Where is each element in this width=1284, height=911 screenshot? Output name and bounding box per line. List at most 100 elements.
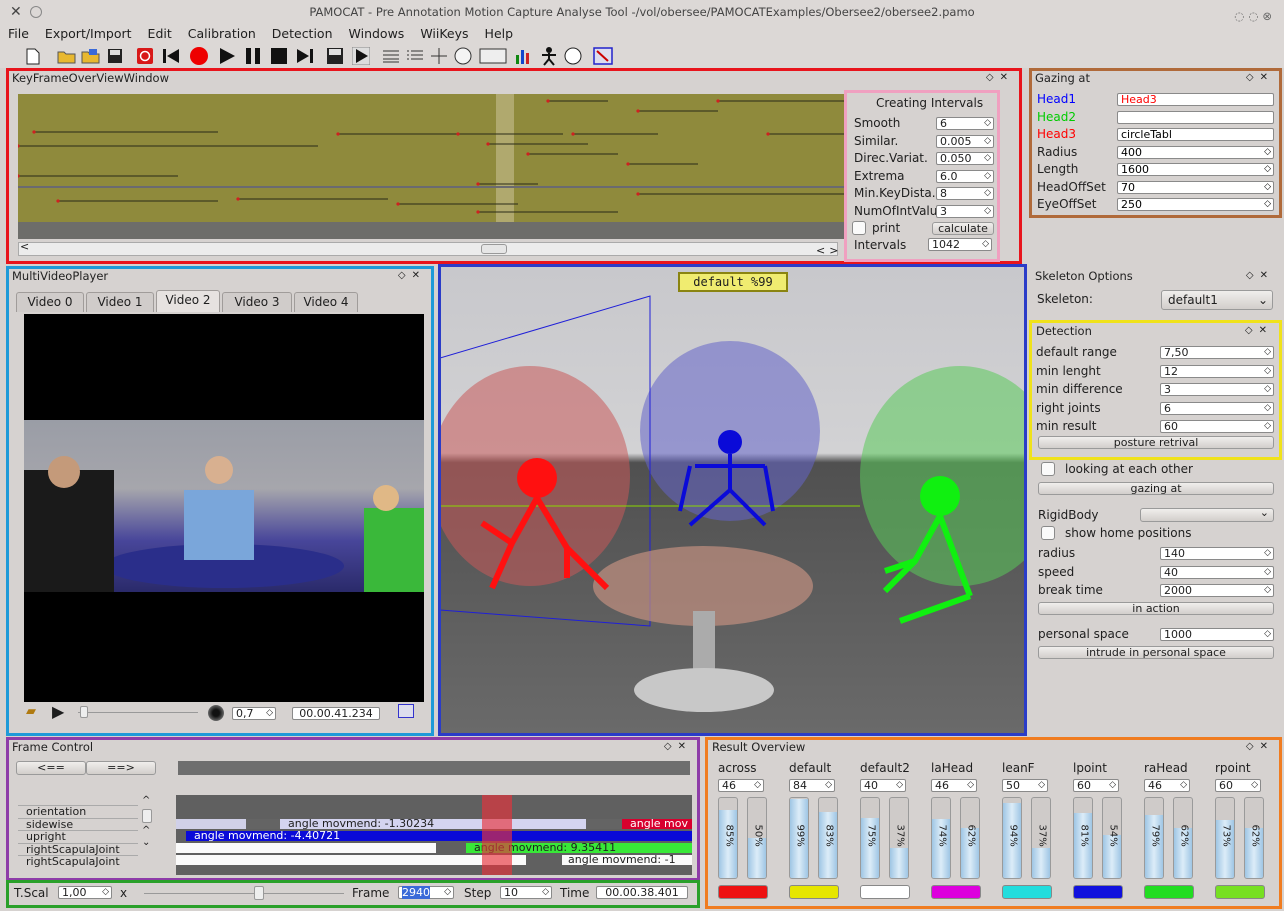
spin-arrows-icon[interactable]: ◇ (1264, 548, 1271, 559)
stop-icon[interactable] (268, 46, 290, 66)
posture-retrival-button[interactable]: posture retrival (1038, 436, 1274, 449)
pause-icon[interactable] (242, 46, 264, 66)
interval-field-spin[interactable]: 0.005 ◇ (936, 134, 994, 148)
spin-arrows-icon[interactable]: ◇ (984, 188, 991, 199)
result-col-spin[interactable]: 46 ◇ (718, 779, 764, 792)
intervals-count-spin[interactable]: 1042 ◇ (928, 238, 992, 251)
result-col-spin[interactable]: 60 ◇ (1073, 779, 1119, 792)
scroll-up-icon[interactable]: ^ (142, 825, 150, 836)
menu-wiikeys[interactable]: WiiKeys (412, 24, 476, 44)
result-col-spin[interactable]: 84 ◇ (789, 779, 835, 792)
interval-field-spin[interactable]: 6 ◇ (936, 117, 994, 130)
save-session-icon[interactable] (324, 46, 346, 66)
menu-calibration[interactable]: Calibration (180, 24, 264, 44)
show-home-positions-checkbox[interactable] (1041, 526, 1055, 540)
menu-edit[interactable]: Edit (140, 24, 180, 44)
smiley-icon[interactable] (562, 46, 584, 66)
spin-arrows-icon[interactable]: ◇ (1264, 147, 1271, 158)
menu-circle-icon[interactable] (30, 6, 42, 18)
result-color-swatch[interactable] (860, 885, 910, 899)
keyframe-scroll-thumb[interactable] (481, 244, 507, 254)
menu-detection[interactable]: Detection (264, 24, 341, 44)
chevron-down-icon[interactable]: ⌄ (1258, 291, 1268, 309)
spin-arrows-icon[interactable]: ◇ (984, 153, 991, 164)
track-bar-7[interactable]: angle movmend: -1 (562, 855, 692, 865)
track-bar-4[interactable] (176, 843, 436, 853)
resize-icon[interactable] (592, 46, 614, 66)
record-icon[interactable] (188, 46, 210, 66)
dock-controls[interactable]: ◇✕ (1246, 70, 1274, 86)
gazing-at-button[interactable]: gazing at (1038, 482, 1274, 495)
chevron-down-icon[interactable]: ⌄ (1260, 507, 1269, 518)
video-play-icon[interactable]: ▶ (52, 702, 64, 721)
playback-speed-spin[interactable]: 0,7 ◇ (232, 707, 276, 720)
frame-row-scroll-thumb[interactable] (142, 809, 152, 823)
result-color-swatch[interactable] (1002, 885, 1052, 899)
personal-space-spin[interactable]: 1000 ◇ (1160, 628, 1274, 641)
result-color-swatch[interactable] (1144, 885, 1194, 899)
video-tab-1[interactable]: Video 1 (86, 292, 154, 312)
spin-arrows-icon[interactable]: ◇ (984, 206, 991, 217)
interval-field-spin[interactable]: 0.050 ◇ (936, 152, 994, 165)
dock-controls[interactable]: ◇✕ (1246, 739, 1274, 755)
open-folder-icon[interactable] (56, 46, 78, 66)
frame-back-button[interactable]: <== (16, 761, 86, 775)
spin-arrows-icon[interactable]: ◇ (982, 239, 989, 250)
spin-arrows-icon[interactable]: ◇ (1264, 629, 1271, 640)
menu-file[interactable]: File (0, 24, 37, 44)
detection-field-spin[interactable]: 3 ◇ (1160, 383, 1274, 396)
gazing-row-spin[interactable]: 1600 ◇ (1117, 163, 1274, 176)
result-color-swatch[interactable] (789, 885, 839, 899)
spin-arrows-icon[interactable]: ◇ (1264, 199, 1271, 210)
spin-arrows-icon[interactable]: ◇ (1264, 421, 1271, 432)
detection-field-spin[interactable]: 12 ◇ (1160, 364, 1274, 378)
gazing-row-spin[interactable]: 400 ◇ (1117, 145, 1274, 159)
result-color-swatch[interactable] (1073, 885, 1123, 899)
detection-field-spin[interactable]: 6 ◇ (1160, 401, 1274, 415)
result-color-swatch[interactable] (718, 885, 768, 899)
volume-knob-icon[interactable] (208, 705, 224, 721)
track-bar-1[interactable]: angle movmend: -1.30234 (280, 819, 586, 829)
open-project-icon[interactable] (80, 46, 102, 66)
skeleton-icon[interactable] (538, 46, 560, 66)
spin-arrows-icon[interactable]: ◇ (1264, 585, 1271, 596)
frame-cursor[interactable] (482, 795, 512, 875)
bar-chart-icon[interactable] (512, 46, 534, 66)
frame-forward-button[interactable]: ==> (86, 761, 156, 775)
video-fullscreen-icon[interactable] (398, 704, 414, 718)
dock-controls[interactable]: ◇✕ (664, 739, 692, 755)
dock-controls[interactable]: ◇✕ (986, 70, 1014, 86)
video-tab-4[interactable]: Video 4 (294, 292, 358, 312)
dock-controls[interactable]: ◇✕ (398, 268, 426, 284)
spin-arrows-icon[interactable]: ◇ (825, 780, 832, 791)
frame-row-label[interactable]: rightScapulaJoint (18, 842, 138, 855)
clock-icon[interactable] (452, 46, 474, 66)
timeline-window-icon[interactable] (478, 46, 508, 66)
step-spin[interactable]: 10 ◇ (500, 886, 552, 899)
rigid-field-spin[interactable]: 40 ◇ (1160, 565, 1274, 579)
spin-arrows-icon[interactable]: ◇ (1038, 780, 1045, 791)
looking-at-each-other-checkbox[interactable] (1041, 462, 1055, 476)
menu-windows[interactable]: Windows (341, 24, 413, 44)
gazing-row-input[interactable]: Head3 (1117, 93, 1274, 106)
scroll-left-icon[interactable]: < (20, 240, 29, 253)
print-checkbox[interactable] (852, 221, 866, 235)
video-time-field[interactable]: 00.00.41.234 (292, 707, 380, 720)
spin-arrows-icon[interactable]: ◇ (1251, 780, 1258, 791)
spin-arrows-icon[interactable]: ◇ (754, 780, 761, 791)
spin-arrows-icon[interactable]: ◇ (984, 118, 991, 129)
interval-field-spin[interactable]: 3 ◇ (936, 204, 994, 218)
play-session-icon[interactable] (350, 46, 372, 66)
open-video-icon[interactable]: ▰ (26, 704, 36, 719)
spin-arrows-icon[interactable]: ◇ (984, 171, 991, 182)
tscal-slider[interactable] (144, 893, 344, 894)
skip-end-icon[interactable] (294, 46, 316, 66)
frame-row-label[interactable]: upright (18, 830, 138, 842)
power-icon[interactable] (134, 46, 156, 66)
tscal-slider-handle[interactable] (254, 886, 264, 900)
dock-controls[interactable]: ◇✕ (1246, 268, 1274, 284)
spin-arrows-icon[interactable]: ◇ (1264, 347, 1271, 358)
gazing-row-input[interactable]: circleTabl (1117, 128, 1274, 141)
spin-arrows-icon[interactable]: ◇ (266, 708, 273, 719)
detection-field-spin[interactable]: 60 ◇ (1160, 420, 1274, 433)
